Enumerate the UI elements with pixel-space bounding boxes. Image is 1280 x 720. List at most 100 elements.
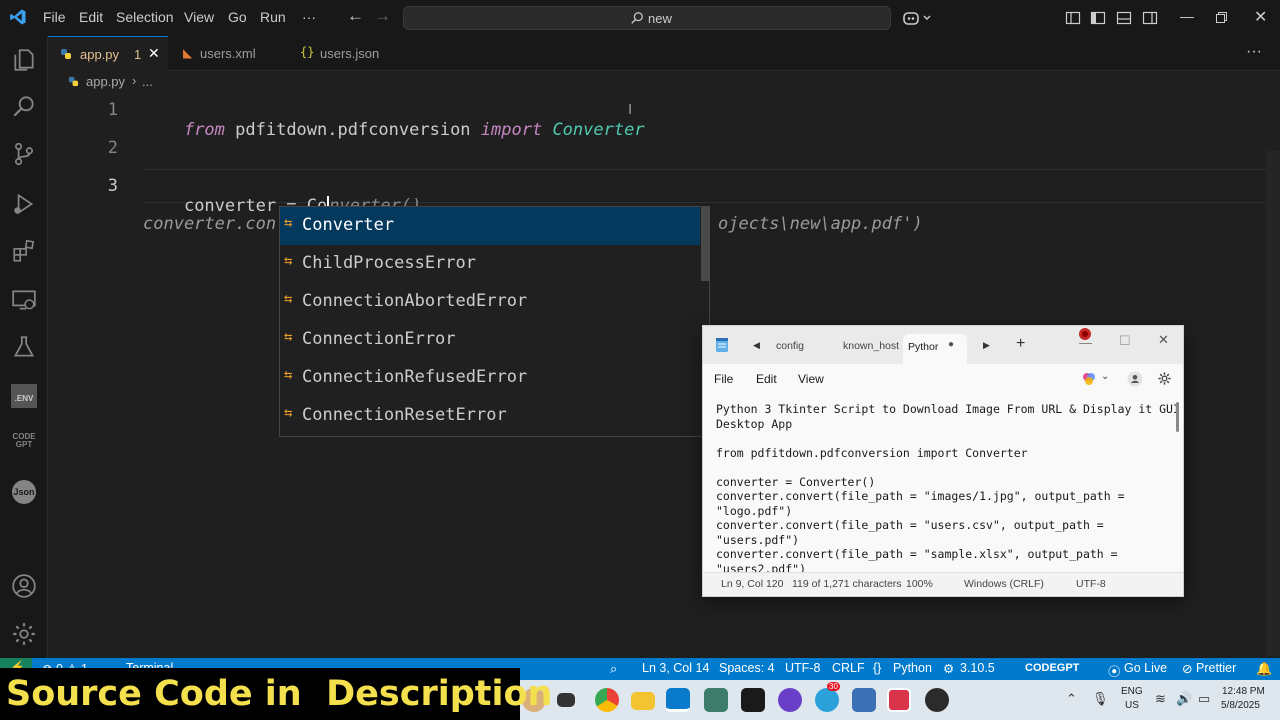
media-app-icon[interactable]	[778, 688, 802, 712]
testing-flask-icon[interactable]	[11, 334, 37, 360]
menu-go[interactable]: Go	[228, 9, 247, 25]
scroll-tabs-right-icon[interactable]: ▶	[983, 340, 990, 351]
scroll-tabs-left-icon[interactable]: ◀	[753, 340, 760, 351]
new-tab-icon[interactable]: +	[1016, 335, 1025, 353]
menu-view[interactable]: View	[798, 372, 824, 386]
battery-icon[interactable]: ▭	[1198, 691, 1210, 707]
toggle-sidebar-icon[interactable]	[1090, 10, 1106, 26]
minimize-icon[interactable]: —	[1180, 8, 1194, 24]
back-arrow-icon[interactable]: ←	[347, 6, 364, 26]
editor-scrollbar[interactable]	[1266, 151, 1280, 656]
remote-explorer-icon[interactable]	[11, 287, 37, 313]
indentation[interactable]: Spaces: 4	[719, 661, 775, 675]
line-ending[interactable]: CRLF	[832, 661, 865, 675]
notifications-bell-icon[interactable]: 🔔	[1256, 661, 1272, 677]
account-icon[interactable]	[11, 573, 37, 599]
breadcrumb-rest[interactable]: ...	[142, 74, 153, 89]
toggle-panel-icon[interactable]	[1116, 10, 1132, 26]
chevron-down-icon[interactable]: ⌄	[1101, 371, 1109, 382]
json-icon[interactable]: Json	[12, 480, 36, 504]
wifi-icon[interactable]: ≋	[1155, 691, 1166, 707]
notepad-tab-active[interactable]: Pythor ●	[903, 334, 967, 364]
notepad-text-area[interactable]: Python 3 Tkinter Script to Download Imag…	[703, 394, 1183, 572]
app-icon[interactable]	[925, 688, 949, 712]
region-indicator: US	[1125, 700, 1139, 711]
menu-run[interactable]: Run	[260, 9, 286, 25]
clock-time[interactable]: 12:48 PM	[1222, 686, 1265, 697]
suggestion-item[interactable]: ⇆ ConnectionResetError	[280, 397, 700, 435]
dotenv-icon[interactable]: .ENV	[11, 384, 37, 408]
breadcrumb-file[interactable]: app.py	[86, 74, 125, 89]
suggestion-item[interactable]: ⇆ ConnectionRefusedError	[280, 359, 700, 397]
command-center-search[interactable]: new	[403, 6, 891, 30]
app-icon[interactable]	[704, 688, 728, 712]
task-view-icon[interactable]	[557, 693, 575, 707]
telegram-icon[interactable]: 30	[815, 682, 840, 712]
autocomplete-suggestions: ⇆ Converter ⇆ ChildProcessError ⇆ Connec…	[279, 206, 710, 437]
menu-file[interactable]: File	[714, 372, 733, 386]
suggestion-item[interactable]: ⇆ ChildProcessError	[280, 245, 700, 283]
explorer-icon[interactable]	[11, 47, 37, 73]
menu-more[interactable]: ···	[302, 9, 316, 25]
close-icon[interactable]: ✕	[1254, 7, 1267, 27]
suggestion-item[interactable]: ⇆ ConnectionAbortedError	[280, 283, 700, 321]
codegpt-icon[interactable]: CODE GPT	[9, 433, 39, 449]
tab-users-json[interactable]: {} users.json	[288, 36, 406, 71]
class-symbol-icon: ⇆	[284, 367, 293, 383]
vscode-taskbar-icon[interactable]	[666, 688, 690, 712]
class-symbol-icon: ⇆	[284, 405, 293, 421]
check-icon: ⊘	[1182, 662, 1193, 676]
menu-edit[interactable]: Edit	[756, 372, 777, 386]
zoom-search-icon[interactable]: ⌕	[610, 661, 617, 677]
go-live-button[interactable]: Go Live	[1124, 661, 1167, 675]
account-icon[interactable]	[1127, 371, 1143, 387]
volume-icon[interactable]: 🔊	[1176, 691, 1192, 707]
microphone-icon[interactable]: 🎙	[1092, 691, 1109, 707]
search-icon[interactable]	[11, 93, 37, 119]
settings-gear-icon[interactable]	[11, 621, 37, 647]
chrome-icon[interactable]	[595, 688, 619, 712]
extensions-icon[interactable]	[11, 238, 37, 264]
tab-app-py[interactable]: app.py 1 ✕	[48, 36, 168, 71]
notepad-taskbar-icon[interactable]	[852, 688, 876, 712]
copilot-icon[interactable]	[1081, 371, 1097, 387]
toggle-secondary-sidebar-icon[interactable]	[1142, 10, 1158, 26]
menu-file[interactable]: File	[43, 9, 66, 25]
settings-gear-icon[interactable]	[1157, 371, 1172, 386]
notepad-tab-config[interactable]: config	[776, 340, 804, 352]
unsaved-dot-icon[interactable]: ●	[948, 339, 954, 350]
restore-icon[interactable]	[1216, 12, 1227, 23]
more-actions-icon[interactable]: ···	[1246, 43, 1262, 61]
close-icon[interactable]: ✕	[1158, 332, 1169, 348]
run-debug-icon[interactable]	[11, 191, 37, 217]
copilot-icon[interactable]	[902, 9, 934, 27]
source-control-icon[interactable]	[11, 141, 37, 167]
suggestions-scrollbar[interactable]	[701, 207, 710, 281]
forward-arrow-icon[interactable]: →	[374, 6, 391, 26]
suggestion-item[interactable]: ⇆ Converter	[280, 207, 700, 245]
line-number: 2	[107, 138, 118, 158]
python-version[interactable]: 3.10.5	[960, 661, 995, 675]
cursor-position[interactable]: Ln 3, Col 14	[642, 661, 709, 675]
notepad-tab-known-hosts[interactable]: known_hosts	[843, 340, 899, 352]
menu-view[interactable]: View	[184, 9, 214, 25]
menu-edit[interactable]: Edit	[79, 9, 103, 25]
language-indicator[interactable]: ENG	[1121, 686, 1143, 697]
code-line-4-end: ojects\new\app.pdf')	[718, 214, 923, 234]
close-tab-icon[interactable]: ✕	[148, 45, 160, 62]
suggestion-item[interactable]: ⇆ ConnectionError	[280, 321, 700, 359]
codegpt-status[interactable]: CODEGPT	[1025, 662, 1079, 674]
file-explorer-icon[interactable]	[631, 692, 655, 710]
notepad-scrollbar[interactable]	[1176, 402, 1179, 432]
prettier-button[interactable]: Prettier	[1196, 661, 1236, 675]
minimize-icon[interactable]: —	[1079, 335, 1092, 350]
file-encoding[interactable]: UTF-8	[785, 661, 820, 675]
layout-customize-icon[interactable]	[1065, 10, 1081, 26]
audio-app-icon[interactable]	[741, 688, 765, 712]
tab-users-xml[interactable]: ◣ users.xml	[169, 36, 287, 71]
maximize-icon[interactable]: ☐	[1119, 333, 1131, 349]
chevron-up-icon[interactable]: ⌃	[1066, 691, 1077, 707]
language-mode[interactable]: Python	[893, 661, 932, 675]
menu-selection[interactable]: Selection	[116, 9, 174, 25]
screen-recorder-icon[interactable]	[887, 688, 911, 712]
